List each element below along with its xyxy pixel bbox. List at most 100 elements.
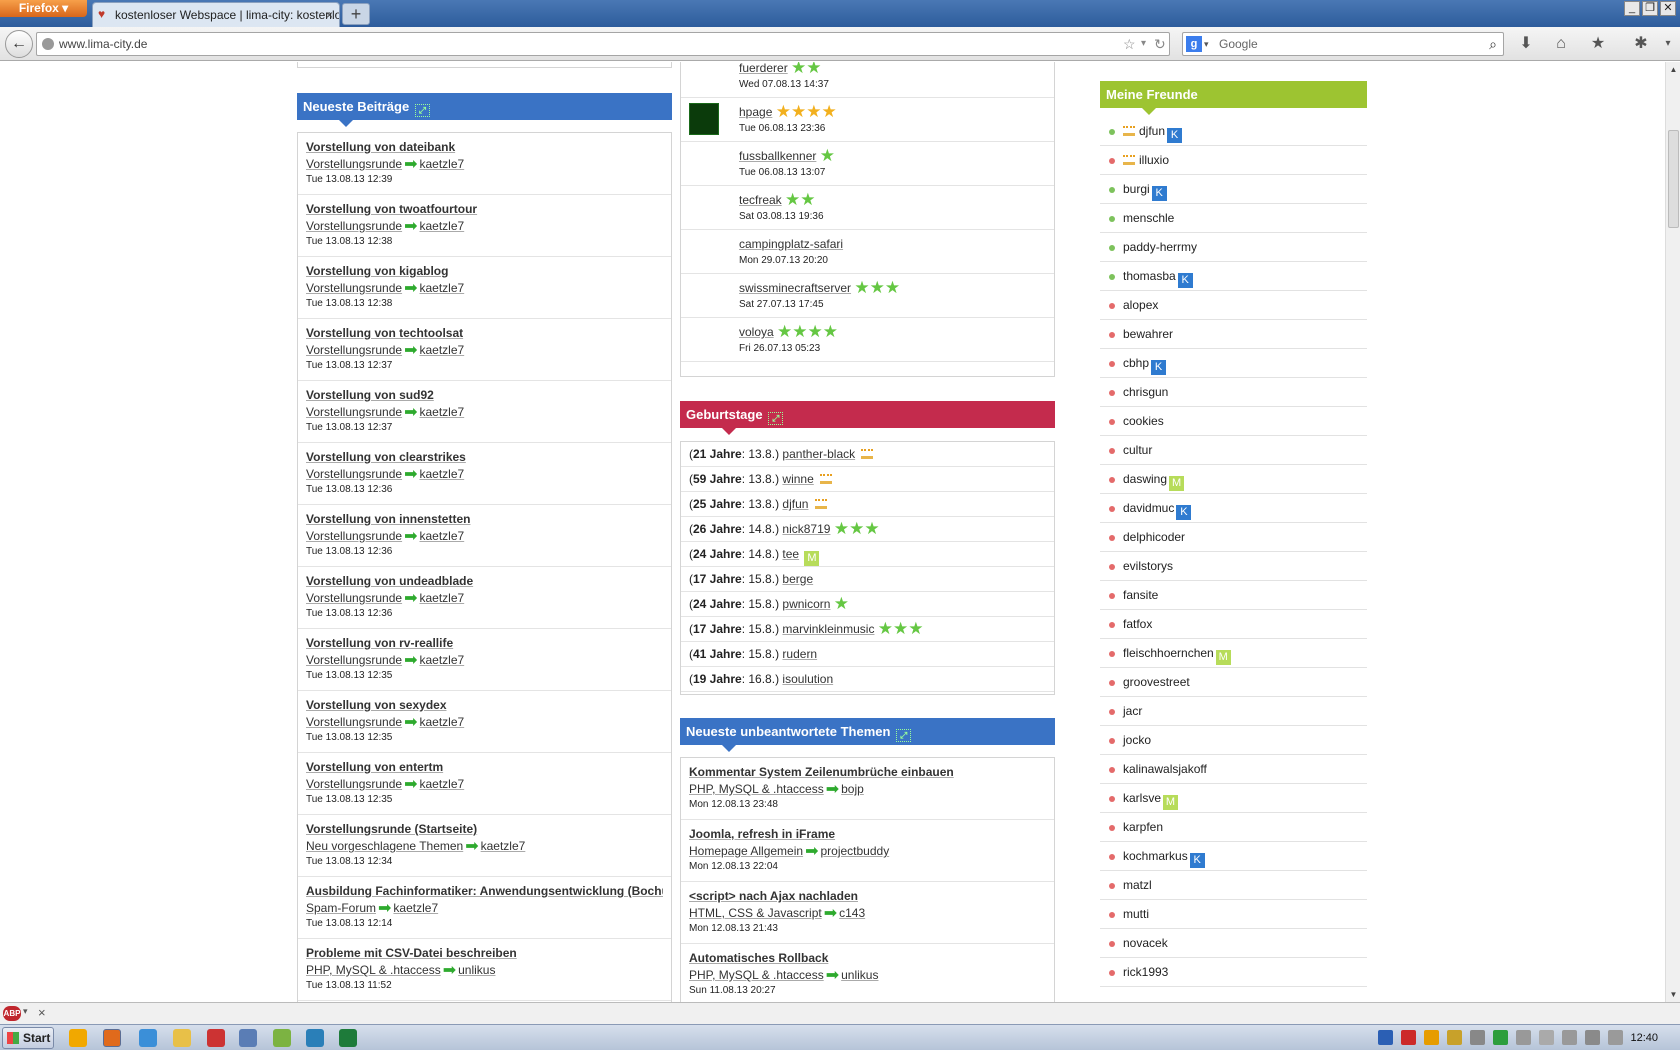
post-title[interactable]: Vorstellung von sud92	[306, 387, 663, 403]
topic-forum-link[interactable]: Homepage Allgemein	[689, 844, 803, 858]
addon-icon[interactable]: ✱	[1631, 34, 1651, 54]
post-forum-link[interactable]: Vorstellungsrunde	[306, 529, 402, 543]
post-title[interactable]: Probleme mit CSV-Datei beschreiben	[306, 945, 663, 961]
post-title[interactable]: Vorstellung von sexydex	[306, 697, 663, 713]
friend-row[interactable]: illuxio	[1100, 146, 1367, 175]
friend-name-link[interactable]: jocko	[1123, 733, 1151, 747]
app-icon-4[interactable]	[306, 1029, 324, 1047]
friend-row[interactable]: jacr	[1100, 697, 1367, 726]
app-icon-3[interactable]	[273, 1029, 291, 1047]
post-user-link[interactable]: kaetzle7	[481, 839, 526, 853]
post-forum-link[interactable]: Vorstellungsrunde	[306, 467, 402, 481]
post-user-link[interactable]: kaetzle7	[419, 653, 464, 667]
post-user-link[interactable]: kaetzle7	[419, 281, 464, 295]
friend-name-link[interactable]: karpfen	[1123, 820, 1163, 834]
tray-icon-3[interactable]	[1424, 1030, 1439, 1045]
friend-row[interactable]: fansite	[1100, 581, 1367, 610]
scroll-thumb[interactable]	[1668, 130, 1679, 228]
birthday-user-link[interactable]: winne	[782, 472, 813, 486]
friend-name-link[interactable]: groovestreet	[1123, 675, 1190, 689]
friend-name-link[interactable]: bewahrer	[1123, 327, 1173, 341]
post-forum-link[interactable]: PHP, MySQL & .htaccess	[306, 963, 441, 977]
post-forum-link[interactable]: Vorstellungsrunde	[306, 157, 402, 171]
topic-forum-link[interactable]: PHP, MySQL & .htaccess	[689, 968, 824, 982]
internet-explorer-icon[interactable]	[139, 1029, 157, 1047]
post-forum-link[interactable]: Neu vorgeschlagene Themen	[306, 839, 463, 853]
friend-name-link[interactable]: delphicoder	[1123, 530, 1185, 544]
minimize-icon[interactable]: _	[1624, 1, 1640, 16]
volume-icon[interactable]	[1470, 1030, 1485, 1045]
user-link[interactable]: swissminecraftserver	[739, 281, 851, 295]
post-user-link[interactable]: kaetzle7	[419, 715, 464, 729]
search-bar[interactable]: g ▾ Google ⌕	[1182, 32, 1504, 56]
google-icon[interactable]: g	[1186, 36, 1202, 52]
overflow-icon[interactable]: ▾	[1658, 34, 1678, 54]
topic-user-link[interactable]: unlikus	[841, 968, 878, 982]
user-link[interactable]: fuerderer	[739, 62, 788, 75]
friend-name-link[interactable]: daswing	[1123, 472, 1167, 486]
page-scrollbar[interactable]: ▲ ▼	[1665, 62, 1680, 1002]
birthday-user-link[interactable]: berge	[782, 572, 813, 586]
friend-name-link[interactable]: karlsve	[1123, 791, 1161, 805]
friend-row[interactable]: chrisgun	[1100, 378, 1367, 407]
post-user-link[interactable]: kaetzle7	[419, 591, 464, 605]
friend-row[interactable]: groovestreet	[1100, 668, 1367, 697]
user-link[interactable]: tecfreak	[739, 193, 782, 207]
birthday-user-link[interactable]: nick8719	[782, 522, 830, 536]
friend-row[interactable]: karpfen	[1100, 813, 1367, 842]
friend-name-link[interactable]: burgi	[1123, 182, 1150, 196]
friend-row[interactable]: mutti	[1100, 900, 1367, 929]
tray-icon-6[interactable]	[1516, 1030, 1531, 1045]
friend-name-link[interactable]: thomasba	[1123, 269, 1176, 283]
friend-row[interactable]: rick1993	[1100, 958, 1367, 987]
post-title[interactable]: Vorstellungsrunde (Startseite)	[306, 821, 663, 837]
post-user-link[interactable]: kaetzle7	[419, 529, 464, 543]
friend-name-link[interactable]: chrisgun	[1123, 385, 1168, 399]
tray-icon-2[interactable]	[1401, 1030, 1416, 1045]
post-forum-link[interactable]: Spam-Forum	[306, 901, 376, 915]
birthday-user-link[interactable]: rudern	[782, 647, 817, 661]
friend-row[interactable]: karlsve M	[1100, 784, 1367, 813]
post-forum-link[interactable]: Vorstellungsrunde	[306, 777, 402, 791]
birthday-user-link[interactable]: marvinkleinmusic	[782, 622, 874, 636]
adblock-plus-icon[interactable]: ABP	[3, 1006, 21, 1021]
friend-name-link[interactable]: djfun	[1139, 124, 1165, 138]
post-title[interactable]: Vorstellung von innenstetten	[306, 511, 663, 527]
topic-user-link[interactable]: bojp	[841, 782, 864, 796]
post-forum-link[interactable]: Vorstellungsrunde	[306, 343, 402, 357]
post-title[interactable]: Vorstellung von rv-reallife	[306, 635, 663, 651]
bookmarks-icon[interactable]: ★	[1588, 34, 1608, 54]
friend-name-link[interactable]: novacek	[1123, 936, 1168, 950]
avatar[interactable]	[689, 103, 719, 135]
friend-row[interactable]: cultur	[1100, 436, 1367, 465]
birthday-user-link[interactable]: djfun	[782, 497, 808, 511]
friend-row[interactable]: matzl	[1100, 871, 1367, 900]
url-bar[interactable]: www.lima-city.de ☆ ▾ ↻	[36, 32, 1170, 56]
back-button[interactable]: ←	[5, 30, 33, 58]
topic-title[interactable]: Automatisches Rollback	[689, 950, 1046, 966]
friend-row[interactable]: jocko	[1100, 726, 1367, 755]
friend-name-link[interactable]: kalinawalsjakoff	[1123, 762, 1207, 776]
friend-name-link[interactable]: menschle	[1123, 211, 1174, 225]
friend-name-link[interactable]: cbhp	[1123, 356, 1149, 370]
bookmark-star-icon[interactable]: ☆	[1123, 33, 1136, 55]
post-user-link[interactable]: kaetzle7	[419, 467, 464, 481]
excel-icon[interactable]	[339, 1029, 357, 1047]
post-user-link[interactable]: kaetzle7	[419, 777, 464, 791]
friend-name-link[interactable]: fatfox	[1123, 617, 1152, 631]
topic-title[interactable]: Joomla, refresh in iFrame	[689, 826, 1046, 842]
topic-title[interactable]: Kommentar System Zeilenumbrüche einbauen	[689, 764, 1046, 780]
friend-name-link[interactable]: rick1993	[1123, 965, 1168, 979]
abp-dropdown-icon[interactable]: ▾	[23, 1006, 28, 1017]
post-forum-link[interactable]: Vorstellungsrunde	[306, 715, 402, 729]
friend-row[interactable]: kalinawalsjakoff	[1100, 755, 1367, 784]
friend-row[interactable]: cookies	[1100, 407, 1367, 436]
topic-title[interactable]: <script> nach Ajax nachladen	[689, 888, 1046, 904]
post-title[interactable]: Vorstellung von techtoolsat	[306, 325, 663, 341]
post-user-link[interactable]: unlikus	[458, 963, 495, 977]
post-title[interactable]: Vorstellung von twoatfourtour	[306, 201, 663, 217]
friend-row[interactable]: bewahrer	[1100, 320, 1367, 349]
post-title[interactable]: Vorstellung von entertm	[306, 759, 663, 775]
explorer-folder-icon[interactable]	[173, 1029, 191, 1047]
friend-name-link[interactable]: kochmarkus	[1123, 849, 1188, 863]
